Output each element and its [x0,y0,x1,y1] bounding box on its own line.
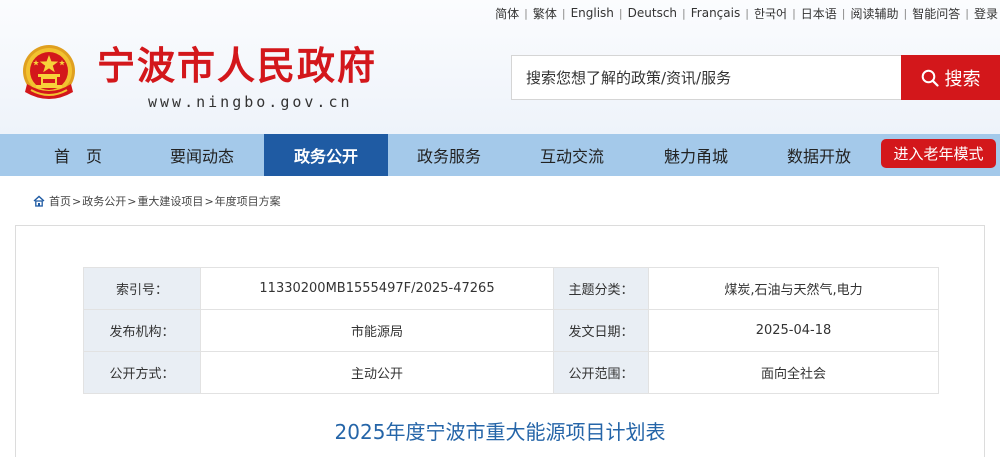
breadcrumb-home[interactable]: 首页 [49,193,71,209]
nav-item-home[interactable]: 首 页 [16,134,140,176]
nav-item-services[interactable]: 政务服务 [387,134,511,176]
scope-label: 公开范围： [553,351,649,394]
index-label: 索引号： [83,267,201,310]
document-title: 2025年度宁波市重大能源项目计划表 [334,420,666,444]
elder-mode-button[interactable]: 进入老年模式 [881,139,996,168]
link-traditional[interactable]: 繁体 [533,5,557,22]
link-deutsch[interactable]: Deutsch [628,6,677,20]
link-francais[interactable]: Français [691,6,740,20]
topic-value: 煤炭,石油与天然气,电力 [648,267,939,310]
main-nav: 首 页 要闻动态 政务公开 政务服务 互动交流 魅力甬城 数据开放 [0,134,1000,176]
document-meta-table: 索引号： 11330200MB1555497F/2025-47265 主题分类：… [83,267,939,394]
method-value: 主动公开 [200,351,554,394]
nav-item-open-data[interactable]: 数据开放 [757,134,881,176]
method-label: 公开方式： [83,351,201,394]
search-button[interactable]: 搜索 [901,55,1000,100]
scope-value: 面向全社会 [648,351,939,394]
date-value: 2025-04-18 [648,309,939,352]
table-row: 索引号： 11330200MB1555497F/2025-47265 主题分类：… [83,267,939,310]
table-row: 发布机构： 市能源局 发文日期： 2025-04-18 [83,309,939,352]
index-value: 11330200MB1555497F/2025-47265 [200,267,554,310]
search-button-label: 搜索 [944,68,981,90]
nav-item-interaction[interactable]: 互动交流 [510,134,634,176]
org-label: 发布机构： [83,309,201,352]
breadcrumb-gov-affairs[interactable]: 政务公开 [82,193,126,209]
link-login[interactable]: 登录 [974,5,998,22]
link-simplified[interactable]: 简体 [495,5,519,22]
breadcrumb-annual-plan[interactable]: 年度项目方案 [215,193,281,209]
link-japanese[interactable]: 日本语 [801,5,837,22]
nav-item-city-charm[interactable]: 魅力甬城 [634,134,758,176]
topic-label: 主题分类： [553,267,649,310]
nav-item-news[interactable]: 要闻动态 [140,134,264,176]
breadcrumb: 首页 > 政务公开 > 重大建设项目 > 年度项目方案 [33,193,281,209]
org-value: 市能源局 [200,309,554,352]
link-smart-qa[interactable]: 智能问答 [912,5,960,22]
top-links-bar: 简体 | 繁体 | English | Deutsch | Français |… [495,5,998,22]
table-row: 公开方式： 主动公开 公开范围： 面向全社会 [83,351,939,394]
site-domain: www.ningbo.gov.cn [148,93,353,111]
search-icon [921,69,939,87]
breadcrumb-major-projects[interactable]: 重大建设项目 [137,193,203,209]
search-box [511,55,901,100]
link-korean[interactable]: 한국어 [754,5,787,22]
site-title[interactable]: 宁波市人民政府 [97,44,387,88]
nav-item-gov-affairs[interactable]: 政务公开 [264,134,388,176]
national-emblem-icon [23,45,75,99]
date-label: 发文日期： [553,309,649,352]
link-english[interactable]: English [571,6,614,20]
site-header: 简体 | 繁体 | English | Deutsch | Français |… [0,0,1000,134]
home-icon [33,195,45,207]
link-reading-assist[interactable]: 阅读辅助 [851,5,899,22]
search-input[interactable] [526,56,901,99]
